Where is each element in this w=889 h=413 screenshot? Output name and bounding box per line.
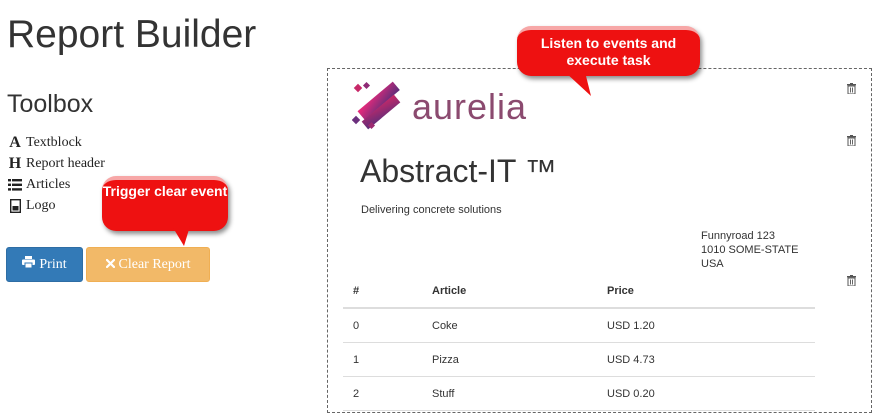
address-line: USA xyxy=(701,258,724,270)
close-icon xyxy=(105,257,115,273)
table-row: 1 Pizza USD 4.73 xyxy=(343,342,815,377)
toolbox-title: Toolbox xyxy=(7,90,94,118)
picture-icon xyxy=(7,198,23,213)
logo-wordmark: aurelia xyxy=(412,86,527,127)
trash-icon[interactable] xyxy=(847,81,856,95)
table-header-row: # Article Price xyxy=(343,274,815,309)
row-number: 2 xyxy=(343,376,431,411)
column-header-price: Price xyxy=(606,274,815,309)
articles-table: # Article Price 0 Coke USD 1.20 1 Pizza … xyxy=(343,274,815,411)
report-canvas[interactable]: aurelia Abstract-IT ™ Delivering concret… xyxy=(327,68,872,413)
page-title: Report Builder xyxy=(7,13,257,56)
toolbox-item-label: Textblock xyxy=(26,135,82,150)
row-price: USD 0.20 xyxy=(606,376,815,411)
toolbox-item-textblock[interactable]: A Textblock xyxy=(7,132,105,153)
table-row: 2 Stuff USD 0.20 xyxy=(343,376,815,411)
table-row: 0 Coke USD 1.20 xyxy=(343,308,815,343)
callout-text: Trigger clear event xyxy=(102,183,228,199)
row-number: 0 xyxy=(343,308,431,343)
company-name: Abstract-IT ™ xyxy=(360,153,557,189)
row-article: Stuff xyxy=(431,376,606,411)
trash-icon[interactable] xyxy=(847,273,856,287)
print-icon xyxy=(22,256,36,273)
row-article: Coke xyxy=(431,308,606,343)
callout-tail xyxy=(172,226,190,246)
toolbox-item-label: Articles xyxy=(26,177,71,192)
clear-report-button[interactable]: Clear Report xyxy=(86,247,210,282)
print-button-label: Print xyxy=(39,256,67,272)
toolbox-item-label: Logo xyxy=(26,198,56,213)
trash-icon[interactable] xyxy=(847,133,856,147)
callout-trigger-clear: Trigger clear event xyxy=(102,176,228,246)
callout-listen-events: Listen to events and execute task xyxy=(517,26,700,96)
print-button[interactable]: Print xyxy=(6,247,83,282)
toolbox-item-articles[interactable]: Articles xyxy=(7,174,105,195)
toolbox-item-logo[interactable]: Logo xyxy=(7,195,105,216)
address-line: Funnyroad 123 xyxy=(701,230,775,242)
toolbox-list: A Textblock H Report header Articles Log… xyxy=(7,132,105,216)
header-icon: H xyxy=(8,155,22,172)
company-tagline: Delivering concrete solutions xyxy=(361,204,502,216)
toolbox-item-label: Report header xyxy=(26,156,105,171)
font-icon: A xyxy=(9,134,21,151)
list-icon xyxy=(7,178,23,191)
clear-report-button-label: Clear Report xyxy=(118,256,191,272)
row-price: USD 1.20 xyxy=(606,308,815,343)
row-article: Pizza xyxy=(431,342,606,377)
company-address: Funnyroad 123 1010 SOME-STATE USA xyxy=(701,229,798,271)
callout-tail xyxy=(565,72,591,96)
column-header-number: # xyxy=(343,274,431,309)
toolbox-item-report-header[interactable]: H Report header xyxy=(7,153,105,174)
row-number: 1 xyxy=(343,342,431,377)
callout-text: Listen to events and execute task xyxy=(540,35,677,68)
address-line: 1010 SOME-STATE xyxy=(701,244,799,256)
column-header-article: Article xyxy=(431,274,606,309)
aurelia-mark xyxy=(351,81,401,130)
aurelia-logo: aurelia xyxy=(351,81,547,136)
row-price: USD 4.73 xyxy=(606,342,815,377)
